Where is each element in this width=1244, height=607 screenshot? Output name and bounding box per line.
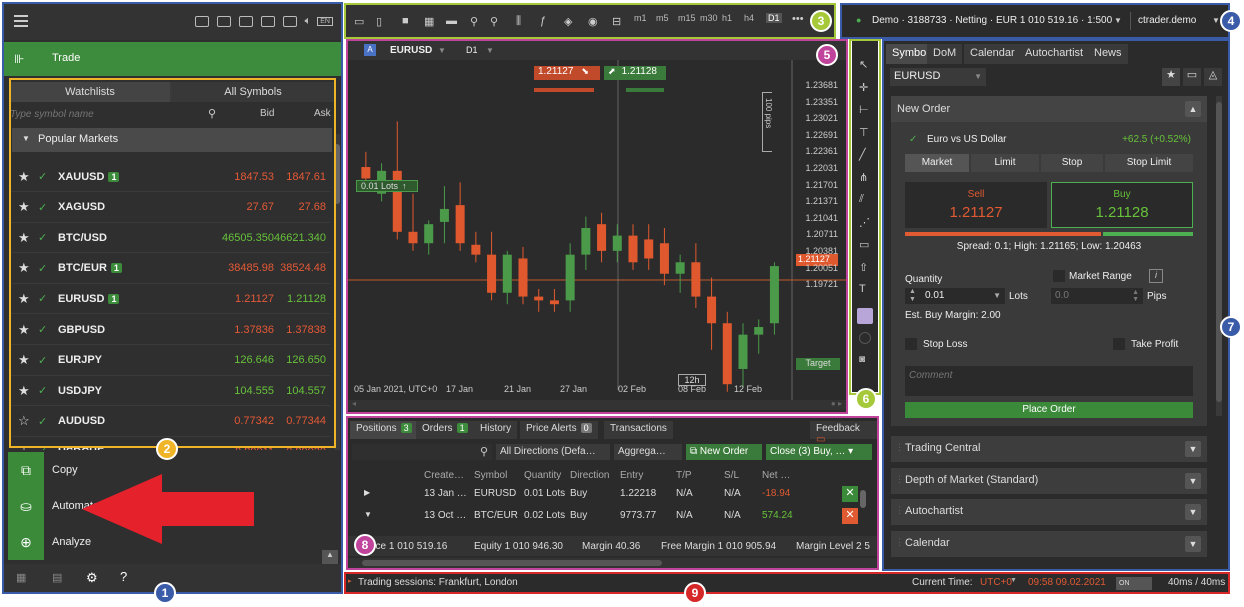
annotation-badge-3: 3 (810, 10, 832, 32)
red-arrow-annotation (82, 474, 254, 544)
frame-chart (346, 39, 848, 414)
annotation-badge-7: 7 (1220, 316, 1242, 338)
frame-positions (346, 416, 879, 570)
frame-watchlist (9, 78, 336, 448)
annotation-badge-2: 2 (156, 438, 178, 460)
frame-symbol-panel (882, 39, 1230, 571)
ctrader-screenshot: 🔈︎ EN ⊪ Trade Watchlists All Symbols ⚲ B… (0, 0, 1244, 607)
frame-toolbar (344, 3, 836, 39)
annotation-badge-4: 4 (1220, 10, 1242, 32)
frame-status-bar (344, 572, 1230, 594)
annotation-badge-6: 6 (855, 388, 877, 410)
annotation-badge-8: 8 (354, 534, 376, 556)
annotation-badge-5: 5 (816, 44, 838, 66)
annotation-badge-1: 1 (154, 582, 176, 604)
frame-tools (849, 39, 881, 395)
frame-account (840, 3, 1230, 39)
annotation-badge-9: 9 (684, 582, 706, 604)
